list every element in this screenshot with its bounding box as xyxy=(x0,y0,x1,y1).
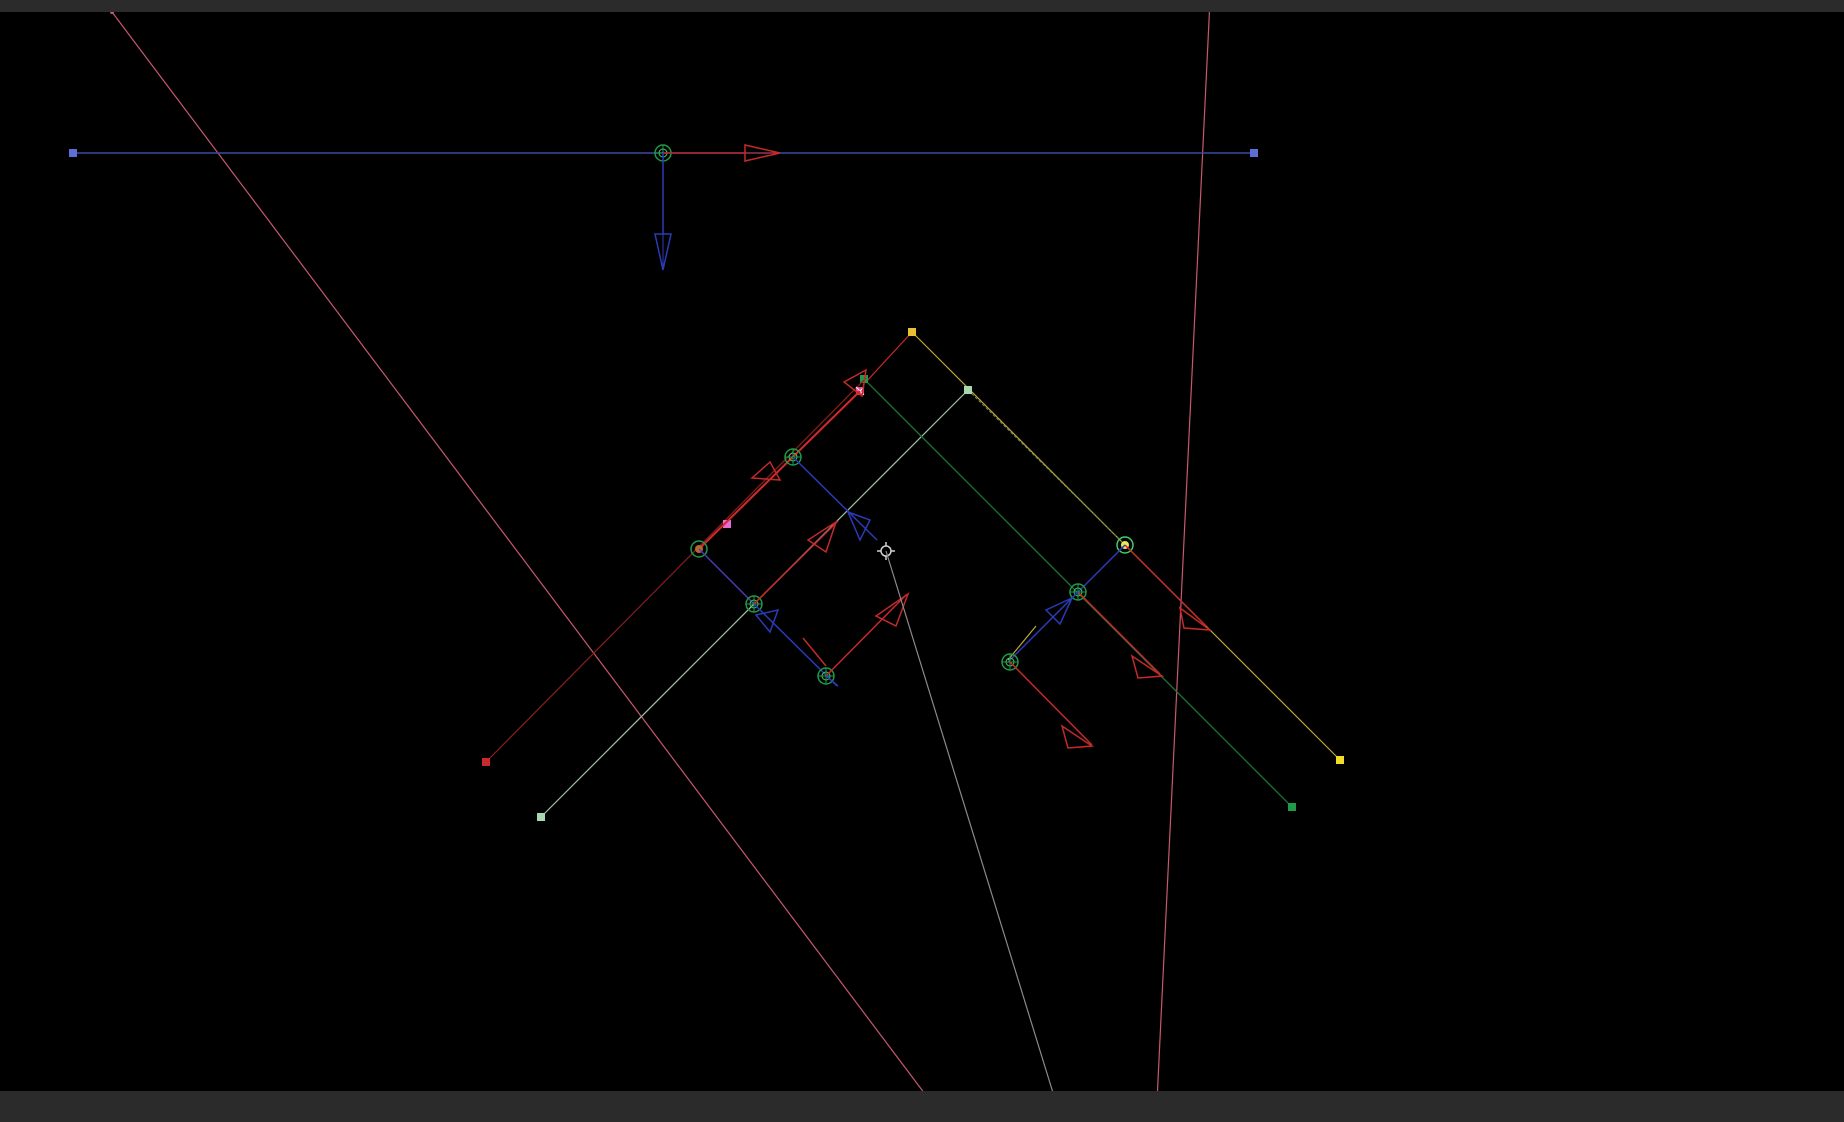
bone-arrow-a-icon xyxy=(750,460,782,481)
lightgreen-edge-right xyxy=(967,389,1126,546)
bone-blue-mid xyxy=(753,603,838,687)
camera-target-line xyxy=(885,550,1054,1091)
bone-right-red-c xyxy=(1009,661,1093,746)
bone-right-blue-a xyxy=(1077,544,1126,593)
app-window xyxy=(0,0,1844,1122)
bone-blue-a xyxy=(792,456,878,541)
root-y-arrow-icon xyxy=(654,233,672,271)
yellow-point-top[interactable] xyxy=(908,328,916,336)
bone-red-mid xyxy=(753,520,839,605)
control-point-right[interactable] xyxy=(1250,149,1258,157)
viewport-top-frame xyxy=(0,0,1844,12)
bone-right-blue-b xyxy=(1007,591,1079,663)
red-point-bottom[interactable] xyxy=(482,758,490,766)
green-point-bottom[interactable] xyxy=(1288,803,1296,811)
viewport-canvas[interactable] xyxy=(0,12,1844,1091)
bone-red-lower-diag xyxy=(802,637,827,667)
lightgreen-point-top[interactable] xyxy=(964,386,972,394)
lightgreen-point-bottom[interactable] xyxy=(537,813,545,821)
bone-arrow-blue-a-icon xyxy=(846,510,872,542)
bone-arrow-blue-mid-icon xyxy=(754,608,780,634)
bone-arrow-right-b-icon xyxy=(1130,654,1165,679)
3d-viewport[interactable] xyxy=(0,12,1844,1091)
bone-red-lower xyxy=(825,594,907,677)
control-point-left[interactable] xyxy=(69,149,77,157)
red-edge xyxy=(485,377,867,763)
bone-arrow-right-a-icon xyxy=(1178,606,1213,631)
bone-purple xyxy=(698,548,755,605)
camera-line-left xyxy=(111,12,924,1091)
camera-line-right xyxy=(1156,12,1211,1091)
yellow-point-bottom[interactable] xyxy=(1336,756,1344,764)
bone-chain-a xyxy=(698,390,861,550)
root-x-arrow-icon xyxy=(744,144,781,162)
bone-right-red-b xyxy=(1077,591,1161,675)
bone-right-red-a xyxy=(1124,544,1207,627)
yellow-edge-left xyxy=(864,331,913,384)
viewport-bottom-frame xyxy=(0,1091,1844,1122)
